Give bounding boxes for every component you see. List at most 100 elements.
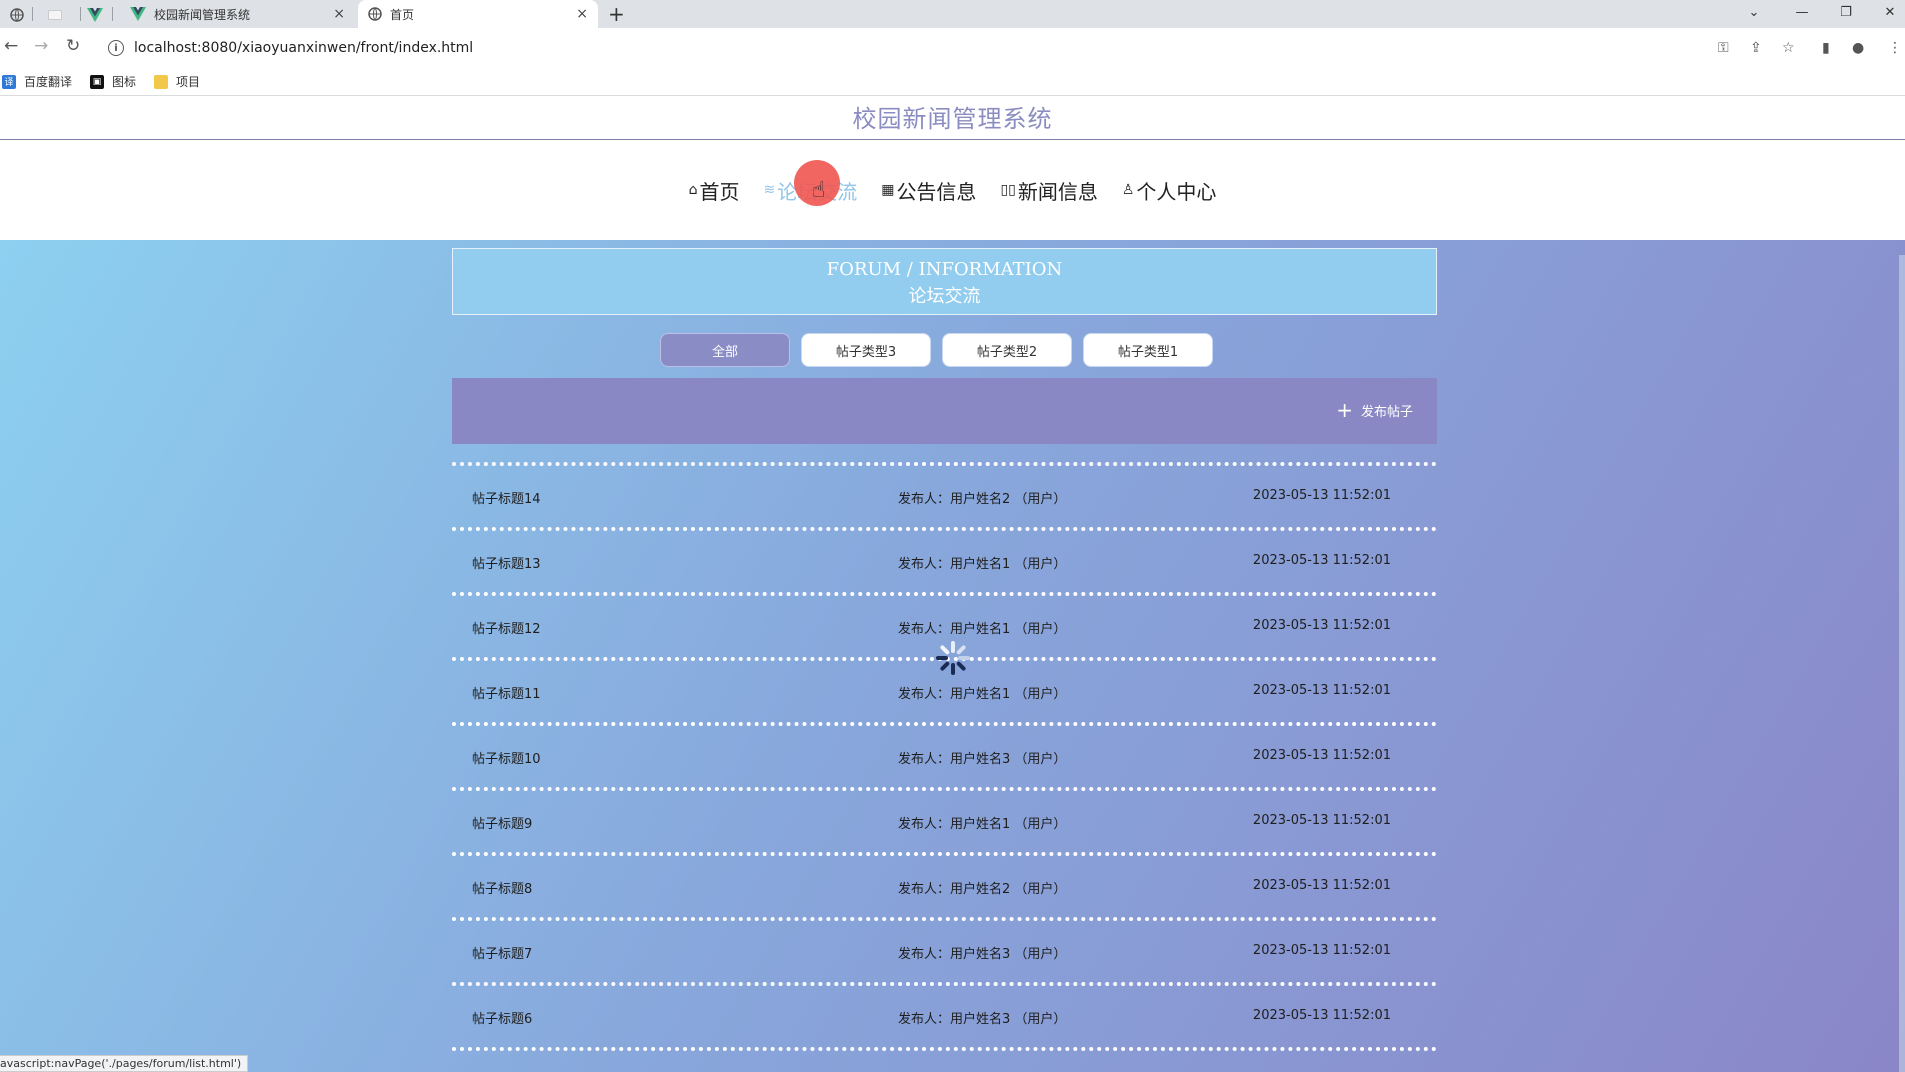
back-icon[interactable]: ← [4,36,18,56]
list-item[interactable]: 帖子标题14 发布人：用户姓名2 （用户） 2023-05-13 11:52:0… [452,466,1437,527]
notice-icon: ▦ [881,182,895,198]
bookmarks-bar: 译 百度翻译 ▣ 图标 项目 [0,68,1905,96]
nav-notices[interactable]: ▦ 公告信息 [881,176,976,205]
scrollbar[interactable] [1899,255,1905,1072]
tab-campus-news[interactable]: 校园新闻管理系统 × [120,0,355,28]
menu-icon[interactable]: ⋮ [1888,40,1902,56]
vue-icon [130,7,146,21]
post-date: 2023-05-13 11:52:01 [1252,618,1391,633]
nav-label: 个人中心 [1136,179,1217,204]
reload-icon[interactable]: ↻ [66,36,80,56]
tab-separator [112,7,113,21]
site-title: 校园新闻管理系统 [852,105,1053,133]
forum-icon: ≋ [763,182,776,198]
post-title: 帖子标题8 [472,882,533,897]
post-title: 帖子标题10 [472,752,541,767]
browser-toolbar: ← → ↻ i localhost:8080/xiaoyuanxinwen/fr… [0,28,1905,68]
post-date: 2023-05-13 11:52:01 [1252,1008,1391,1023]
star-icon[interactable]: ☆ [1782,40,1795,56]
post-author: 发布人：用户姓名2 （用户） [898,882,1067,897]
status-bar: avascript:navPage('./pages/forum/list.ht… [0,1055,249,1072]
info-icon[interactable]: i [108,40,124,56]
post-list: 帖子标题14 发布人：用户姓名2 （用户） 2023-05-13 11:52:0… [452,462,1437,1051]
minimize-icon[interactable]: — [1782,0,1822,24]
url-text: localhost:8080/xiaoyuanxinwen/front/inde… [134,40,474,56]
close-icon[interactable]: × [576,6,588,22]
window-close-icon[interactable]: ✕ [1870,0,1905,24]
key-icon[interactable]: ⚿ [1718,40,1729,56]
vue-icon[interactable] [84,4,106,26]
nav-profile[interactable]: ♙ 个人中心 [1122,176,1217,205]
post-title: 帖子标题12 [472,622,541,637]
bookmark-label: 项目 [176,75,201,89]
bookmark-label: 百度翻译 [24,75,73,89]
main-nav: ⌂ 首页 ≋ 论坛交流 ▦ 公告信息 ▯▯ 新闻信息 ♙ 个人中心 [0,140,1905,240]
post-date: 2023-05-13 11:52:01 [1252,553,1391,568]
chevron-down-icon[interactable]: ⌄ [1734,0,1774,24]
post-author: 发布人：用户姓名3 （用户） [898,947,1067,962]
list-item[interactable]: 帖子标题6 发布人：用户姓名3 （用户） 2023-05-13 11:52:01 [452,986,1437,1047]
action-bar: + 发布帖子 [452,378,1437,444]
post-date: 2023-05-13 11:52:01 [1252,488,1391,503]
divider [452,1047,1437,1051]
tab-separator [32,7,33,21]
forward-icon[interactable]: → [34,36,48,56]
post-date: 2023-05-13 11:52:01 [1252,813,1391,828]
side-panel-icon[interactable]: ▮ [1822,40,1830,56]
tab-separator [80,7,81,21]
filter-type-1[interactable]: 帖子类型1 [1083,333,1213,367]
post-date: 2023-05-13 11:52:01 [1252,683,1391,698]
post-author: 发布人：用户姓名1 （用户） [898,687,1067,702]
post-title: 帖子标题14 [472,492,541,507]
loading-spinner-icon [936,641,970,675]
nav-news[interactable]: ▯▯ 新闻信息 [1000,176,1097,205]
address-bar[interactable]: i localhost:8080/xiaoyuanxinwen/front/in… [100,32,1720,64]
filter-type-2[interactable]: 帖子类型2 [942,333,1072,367]
site-header: 校园新闻管理系统 [0,97,1905,140]
list-item[interactable]: 帖子标题8 发布人：用户姓名2 （用户） 2023-05-13 11:52:01 [452,856,1437,917]
post-date: 2023-05-13 11:52:01 [1252,748,1391,763]
home-icon: ⌂ [688,182,698,198]
post-title: 帖子标题6 [472,1012,533,1027]
list-item[interactable]: 帖子标题10 发布人：用户姓名3 （用户） 2023-05-13 11:52:0… [452,726,1437,787]
bookmark-icons[interactable]: ▣ 图标 [88,73,136,90]
hand-cursor-icon: ☝ [812,178,826,203]
post-author: 发布人：用户姓名3 （用户） [898,1012,1067,1027]
post-author: 发布人：用户姓名3 （用户） [898,752,1067,767]
close-icon[interactable]: × [333,6,345,22]
banner-title-cn: 论坛交流 [908,286,981,307]
post-author: 发布人：用户姓名1 （用户） [898,622,1067,637]
post-title: 帖子标题9 [472,817,533,832]
user-icon: ♙ [1121,182,1135,198]
post-date: 2023-05-13 11:52:01 [1252,878,1391,893]
nav-home[interactable]: ⌂ 首页 [689,176,740,205]
list-item[interactable]: 帖子标题7 发布人：用户姓名3 （用户） 2023-05-13 11:52:01 [452,921,1437,982]
list-item[interactable]: 帖子标题13 发布人：用户姓名1 （用户） 2023-05-13 11:52:0… [452,531,1437,592]
post-author: 发布人：用户姓名1 （用户） [898,557,1067,572]
blank-tab-icon[interactable] [44,4,66,26]
publish-label: 发布帖子 [1360,404,1413,420]
profile-icon[interactable]: ● [1852,40,1864,56]
nav-label: 新闻信息 [1017,179,1098,204]
tab-title: 校园新闻管理系统 [154,7,251,22]
restore-icon[interactable]: ❐ [1826,0,1866,24]
banner-title-en: FORUM / INFORMATION [826,259,1063,280]
section-banner: FORUM / INFORMATION 论坛交流 [452,248,1437,315]
news-icon: ▯▯ [1000,182,1016,198]
plus-icon: + [1336,398,1353,422]
tab-home[interactable]: 首页 × [358,0,598,28]
share-icon[interactable]: ⇪ [1750,40,1762,56]
publish-post-button[interactable]: + 发布帖子 [1336,400,1413,420]
post-title: 帖子标题11 [472,687,541,702]
filter-type-3[interactable]: 帖子类型3 [801,333,931,367]
filter-all[interactable]: 全部 [660,333,790,367]
nav-label: 首页 [699,179,740,204]
translate-icon: 译 [2,74,16,89]
category-filters: 全部 帖子类型3 帖子类型2 帖子类型1 [660,333,1224,367]
bookmark-project[interactable]: 项目 [152,73,200,90]
bookmark-baidu-translate[interactable]: 译 百度翻译 [0,73,72,90]
list-item[interactable]: 帖子标题9 发布人：用户姓名1 （用户） 2023-05-13 11:52:01 [452,791,1437,852]
globe-icon[interactable] [6,4,28,26]
new-tab-button[interactable]: + [608,2,625,26]
tab-title: 首页 [390,7,415,22]
